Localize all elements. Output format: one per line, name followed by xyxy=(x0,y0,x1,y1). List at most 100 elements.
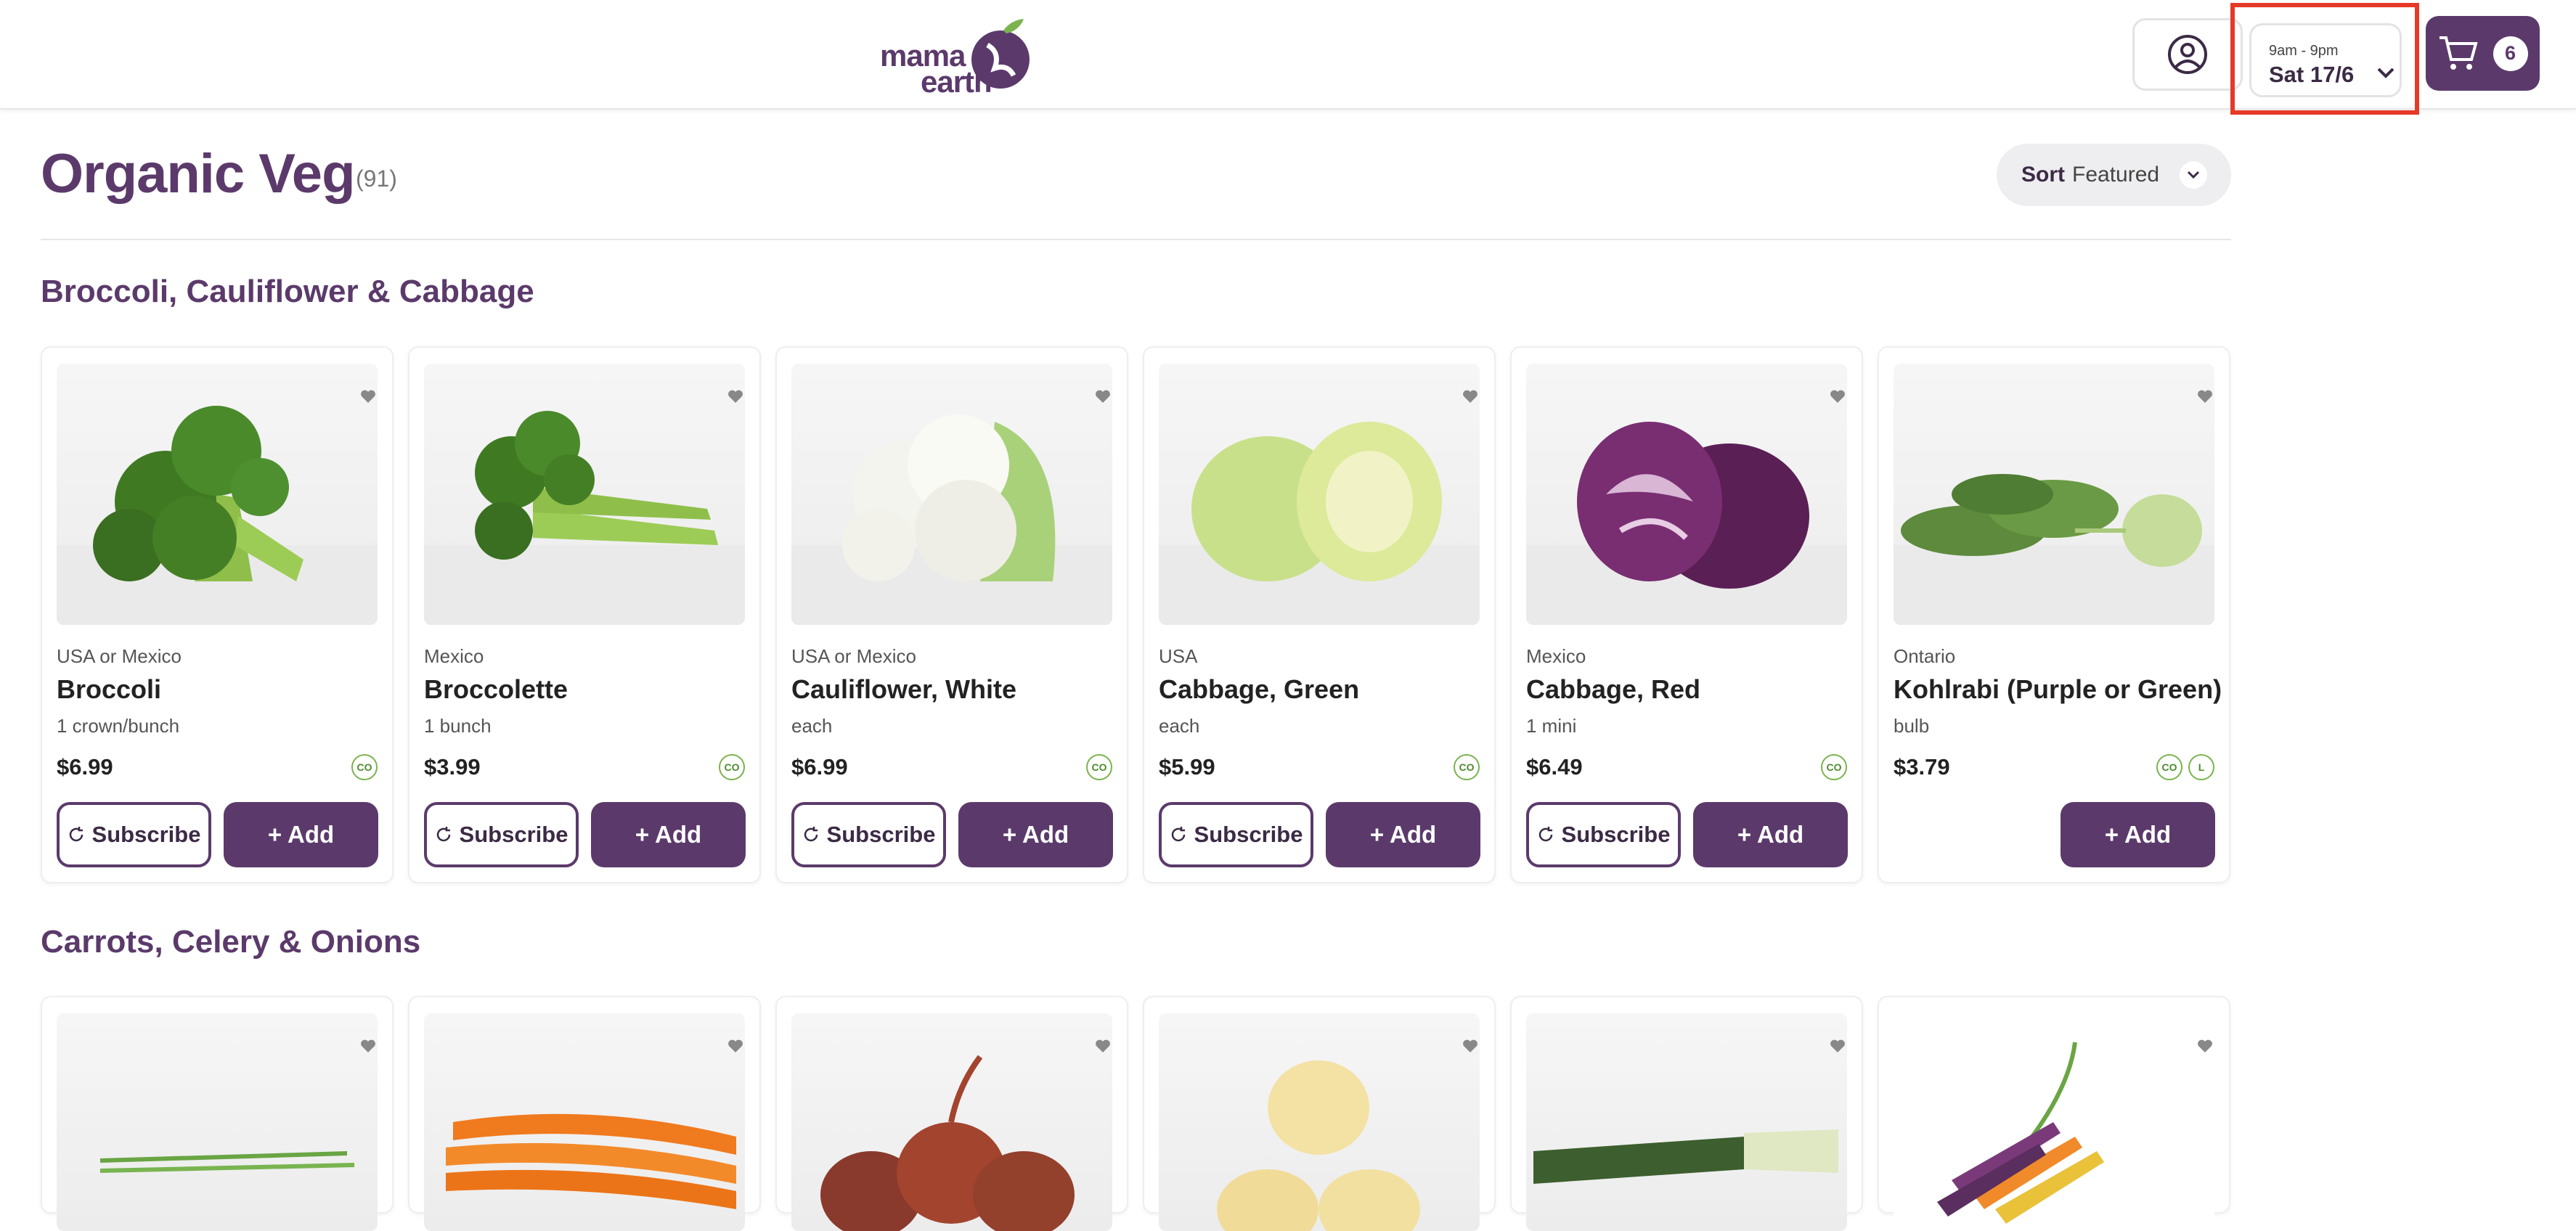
add-to-cart-button[interactable]: + Add xyxy=(2061,802,2215,867)
product-card[interactable]: USA Cabbage, Green each $5.99 CO Subscri… xyxy=(1143,346,1496,883)
product-card[interactable] xyxy=(41,996,394,1231)
certified-organic-badge: CO xyxy=(2156,754,2182,780)
favorite-heart-icon[interactable] xyxy=(1827,1035,1847,1057)
cart-button[interactable]: 6 xyxy=(2426,16,2540,91)
product-image[interactable] xyxy=(791,1013,1112,1231)
product-name[interactable]: Kohlrabi (Purple or Green) xyxy=(1894,674,2222,705)
subscribe-button[interactable]: Subscribe xyxy=(1526,802,1681,867)
category-heading: Broccoli, Cauliflower & Cabbage xyxy=(41,274,534,309)
badges: CO xyxy=(1086,754,1112,780)
favorite-heart-icon[interactable] xyxy=(357,1035,378,1057)
product-origin: USA or Mexico xyxy=(57,645,182,667)
badges: CO xyxy=(719,754,745,780)
product-image[interactable] xyxy=(57,1013,378,1231)
favorite-heart-icon[interactable] xyxy=(2194,1035,2214,1057)
product-image[interactable] xyxy=(1526,364,1847,625)
subscribe-button[interactable]: Subscribe xyxy=(424,802,579,867)
cart-count-badge: 6 xyxy=(2493,36,2528,71)
logo-apple-icon xyxy=(971,19,1030,89)
product-price: $5.99 xyxy=(1159,754,1215,780)
favorite-heart-icon[interactable] xyxy=(725,1035,745,1057)
product-price: $6.49 xyxy=(1526,754,1583,780)
account-button[interactable] xyxy=(2132,18,2243,91)
product-card[interactable] xyxy=(1878,996,2230,1231)
chevron-down-icon xyxy=(2187,171,2200,179)
favorite-heart-icon[interactable] xyxy=(2194,385,2214,407)
delivery-hours: 9am - 9pm xyxy=(2269,43,2339,59)
product-unit: each xyxy=(791,715,833,737)
product-image[interactable] xyxy=(1526,1013,1847,1231)
product-card[interactable]: Mexico Cabbage, Red 1 mini $6.49 CO Subs… xyxy=(1510,346,1863,883)
page-title: Organic Veg xyxy=(41,143,355,205)
product-image[interactable] xyxy=(57,364,378,625)
product-name[interactable]: Broccoli xyxy=(57,674,161,705)
local-badge: L xyxy=(2188,754,2214,780)
product-origin: Mexico xyxy=(1526,645,1586,667)
product-name[interactable]: Cauliflower, White xyxy=(791,674,1016,705)
add-to-cart-button[interactable]: + Add xyxy=(958,802,1113,867)
favorite-heart-icon[interactable] xyxy=(1827,385,1847,407)
refresh-icon xyxy=(69,827,83,842)
product-card[interactable] xyxy=(1510,996,1863,1231)
add-to-cart-button[interactable]: + Add xyxy=(1326,802,1480,867)
subscribe-label: Subscribe xyxy=(826,822,936,847)
product-card[interactable] xyxy=(408,996,761,1231)
add-to-cart-button[interactable]: + Add xyxy=(591,802,746,867)
certified-organic-badge: CO xyxy=(351,754,378,780)
product-image[interactable] xyxy=(1159,364,1480,625)
product-origin: USA or Mexico xyxy=(791,645,916,667)
product-card[interactable] xyxy=(1143,996,1496,1231)
product-card[interactable]: Ontario Kohlrabi (Purple or Green) bulb … xyxy=(1878,346,2230,883)
user-circle-icon xyxy=(2168,35,2207,74)
product-card[interactable]: Mexico Broccolette 1 bunch $3.99 CO Subs… xyxy=(408,346,761,883)
subscribe-label: Subscribe xyxy=(1194,822,1303,847)
product-name[interactable]: Broccolette xyxy=(424,674,568,705)
product-card[interactable]: USA or Mexico Cauliflower, White each $6… xyxy=(775,346,1128,883)
subscribe-button[interactable]: Subscribe xyxy=(1159,802,1313,867)
sort-value: Featured xyxy=(2072,163,2160,187)
favorite-heart-icon[interactable] xyxy=(1459,1035,1480,1057)
product-origin: USA xyxy=(1159,645,1198,667)
product-unit: 1 mini xyxy=(1526,715,1577,737)
badges: CO xyxy=(1821,754,1847,780)
product-price: $3.79 xyxy=(1894,754,1950,780)
product-name[interactable]: Cabbage, Red xyxy=(1526,674,1700,705)
product-image[interactable] xyxy=(1894,364,2214,625)
product-image[interactable] xyxy=(1159,1013,1480,1231)
divider xyxy=(41,239,2231,240)
product-unit: 1 bunch xyxy=(424,715,492,737)
product-card[interactable]: USA or Mexico Broccoli 1 crown/bunch $6.… xyxy=(41,346,394,883)
favorite-heart-icon[interactable] xyxy=(1459,385,1480,407)
subscribe-label: Subscribe xyxy=(91,822,201,847)
subscribe-label: Subscribe xyxy=(459,822,568,847)
delivery-day: Sat 17/6 xyxy=(2269,62,2355,87)
product-name[interactable]: Cabbage, Green xyxy=(1159,674,1359,705)
product-image[interactable] xyxy=(424,364,745,625)
refresh-icon xyxy=(804,827,818,842)
favorite-heart-icon[interactable] xyxy=(357,385,378,407)
product-image[interactable] xyxy=(1894,1013,2214,1231)
certified-organic-badge: CO xyxy=(1821,754,1847,780)
subscribe-button[interactable]: Subscribe xyxy=(791,802,946,867)
sort-dropdown[interactable]: Sort Featured xyxy=(1997,144,2231,206)
product-image[interactable] xyxy=(424,1013,745,1231)
product-card[interactable] xyxy=(775,996,1128,1231)
product-unit: each xyxy=(1159,715,1200,737)
add-to-cart-button[interactable]: + Add xyxy=(224,802,378,867)
certified-organic-badge: CO xyxy=(719,754,745,780)
mama-earth-logo[interactable]: mama earth xyxy=(877,16,1041,97)
header: mama earth 9am - 9pm Sat 17/6 6 xyxy=(0,0,2576,115)
product-count: (91) xyxy=(356,165,397,192)
favorite-heart-icon[interactable] xyxy=(1092,385,1112,407)
favorite-heart-icon[interactable] xyxy=(725,385,745,407)
product-price: $6.99 xyxy=(57,754,113,780)
certified-organic-badge: CO xyxy=(1454,754,1480,780)
product-unit: 1 crown/bunch xyxy=(57,715,180,737)
product-image[interactable] xyxy=(791,364,1112,625)
favorite-heart-icon[interactable] xyxy=(1092,1035,1112,1057)
add-to-cart-button[interactable]: + Add xyxy=(1693,802,1848,867)
subscribe-button[interactable]: Subscribe xyxy=(57,802,211,867)
chevron-down-icon xyxy=(2377,68,2394,78)
delivery-slot-selector[interactable]: 9am - 9pm Sat 17/6 xyxy=(2249,23,2402,97)
sort-chevron xyxy=(2180,161,2207,189)
